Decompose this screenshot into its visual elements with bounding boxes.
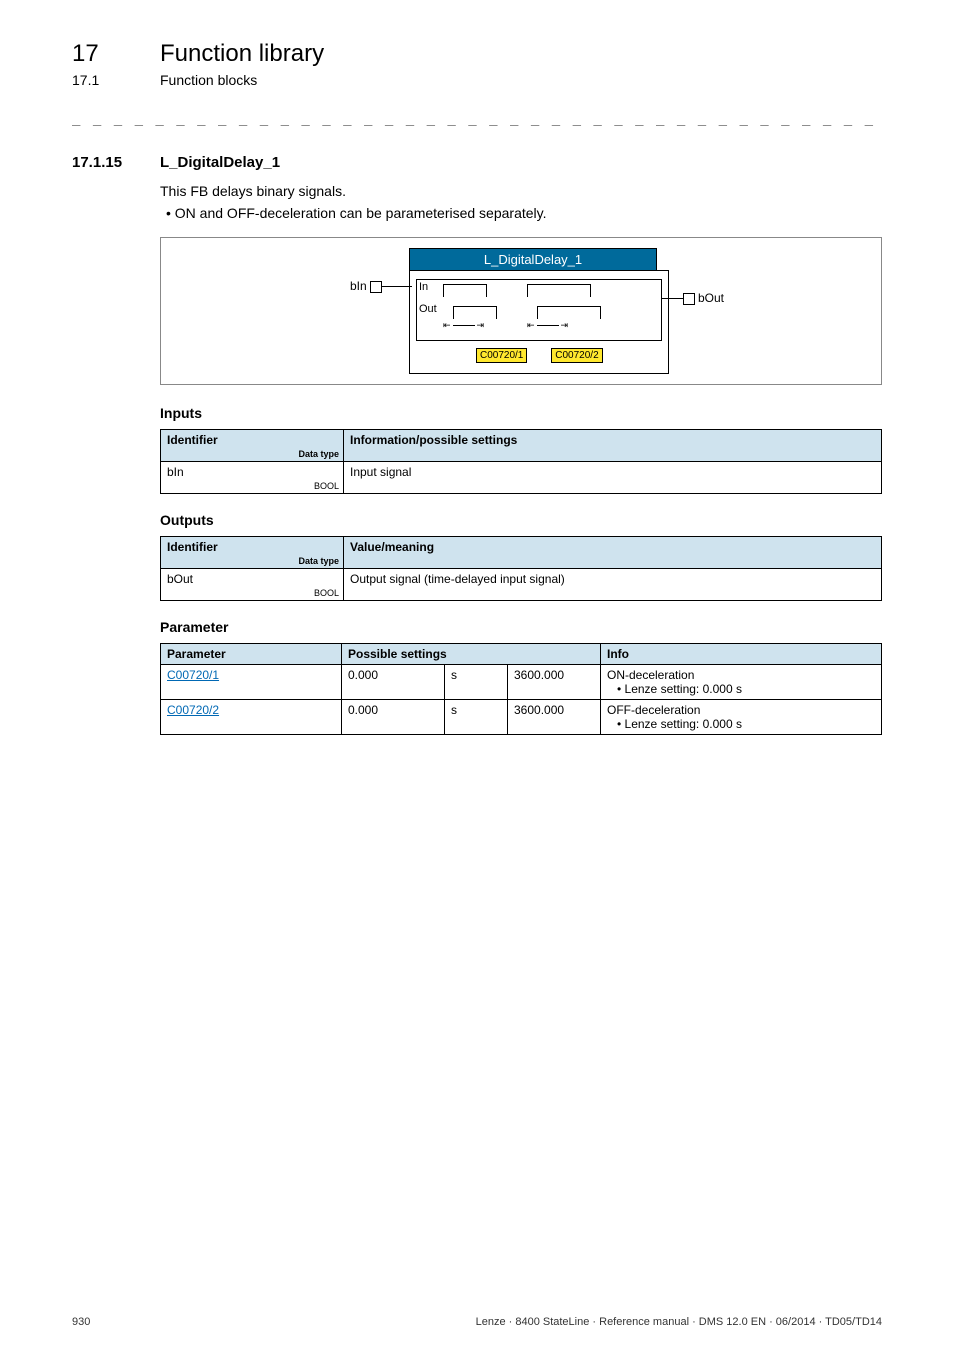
col-identifier: Identifier Data type (161, 537, 344, 569)
inputs-heading: Inputs (160, 405, 882, 421)
parameter-heading: Parameter (160, 619, 882, 635)
timing-graph: In Out ⇤⇥ ⇤⇥ (416, 279, 662, 341)
table-row: bOut BOOL Output signal (time-delayed in… (161, 569, 882, 601)
subsection-title: L_DigitalDelay_1 (160, 154, 280, 171)
input-id: bIn (167, 465, 184, 479)
param-info-line1: ON-deceleration (607, 668, 694, 682)
diagram-port-in: bIn (350, 279, 412, 293)
diagram-title: L_DigitalDelay_1 (409, 248, 657, 270)
chapter-heading: 17Function library (72, 40, 882, 68)
subsection-heading: 17.1.15L_DigitalDelay_1 (72, 154, 882, 171)
graph-label-in: In (419, 281, 428, 293)
port-out-label: bOut (698, 291, 724, 305)
param-max-cell: 3600.000 (508, 700, 601, 735)
port-out-box-icon (683, 293, 695, 305)
pulse-out-1-icon (453, 306, 497, 319)
datatype-header-text: Data type (298, 556, 339, 566)
param-info-line1: OFF-deceleration (607, 703, 700, 717)
input-info-cell: Input signal (344, 462, 882, 494)
table-row: C00720/2 0.000 s 3600.000 OFF-decelerati… (161, 700, 882, 735)
chapter-number: 17 (72, 40, 160, 68)
output-id-cell: bOut BOOL (161, 569, 344, 601)
table-row: bIn BOOL Input signal (161, 462, 882, 494)
pulse-out-2-icon (537, 306, 601, 319)
page-number: 930 (72, 1316, 90, 1328)
input-dtype: BOOL (314, 481, 339, 491)
identifier-header-text: Identifier (167, 433, 218, 447)
datatype-header-text: Data type (298, 449, 339, 459)
output-info-cell: Output signal (time-delayed input signal… (344, 569, 882, 601)
output-dtype: BOOL (314, 588, 339, 598)
outputs-heading: Outputs (160, 512, 882, 528)
page-footer: 930 Lenze · 8400 StateLine · Reference m… (72, 1316, 882, 1328)
port-in-label: bIn (350, 279, 367, 293)
identifier-header-text: Identifier (167, 540, 218, 554)
col-info: Value/meaning (344, 537, 882, 569)
col-possible-settings: Possible settings (342, 644, 601, 665)
section-number: 17.1 (72, 72, 160, 88)
parameter-table: Parameter Possible settings Info C00720/… (160, 643, 882, 735)
param-unit-cell: s (445, 665, 508, 700)
input-id-cell: bIn BOOL (161, 462, 344, 494)
outputs-table: Identifier Data type Value/meaning bOut … (160, 536, 882, 601)
delay-arrow-right-icon: ⇤⇥ (527, 320, 568, 331)
delay-arrow-left-icon: ⇤⇥ (443, 320, 484, 331)
table-header-row: Identifier Data type Information/possibl… (161, 430, 882, 462)
bullet-text: • ON and OFF-deceleration can be paramet… (166, 205, 882, 221)
output-id: bOut (167, 572, 193, 586)
port-in-box-icon (370, 281, 382, 293)
doc-reference: Lenze · 8400 StateLine · Reference manua… (476, 1316, 882, 1328)
param-info-line2: • Lenze setting: 0.000 s (607, 682, 875, 696)
diagram-code-row: C00720/1 C00720/2 (416, 345, 662, 363)
col-identifier: Identifier Data type (161, 430, 344, 462)
function-block-diagram: L_DigitalDelay_1 bIn bOut In Out (160, 237, 882, 385)
table-row: C00720/1 0.000 s 3600.000 ON-deceleratio… (161, 665, 882, 700)
diagram-port-out: bOut (653, 291, 724, 305)
table-header-row: Identifier Data type Value/meaning (161, 537, 882, 569)
port-in-line-icon (382, 286, 412, 287)
param-unit-cell: s (445, 700, 508, 735)
code-chip-2: C00720/2 (551, 348, 602, 363)
separator-dashes: _ _ _ _ _ _ _ _ _ _ _ _ _ _ _ _ _ _ _ _ … (72, 110, 882, 126)
col-parameter: Parameter (161, 644, 342, 665)
param-info-cell: OFF-deceleration • Lenze setting: 0.000 … (601, 700, 882, 735)
pulse-in-1-icon (443, 284, 487, 297)
param-cell: C00720/1 (161, 665, 342, 700)
param-cell: C00720/2 (161, 700, 342, 735)
section-heading: 17.1Function blocks (72, 72, 882, 88)
param-min-cell: 0.000 (342, 700, 445, 735)
pulse-in-2-icon (527, 284, 591, 297)
col-info: Information/possible settings (344, 430, 882, 462)
graph-label-out: Out (419, 303, 437, 315)
table-header-row: Parameter Possible settings Info (161, 644, 882, 665)
param-link[interactable]: C00720/1 (167, 668, 219, 682)
section-title: Function blocks (160, 72, 257, 88)
chapter-title: Function library (160, 40, 324, 67)
intro-text: This FB delays binary signals. (160, 183, 882, 199)
param-info-cell: ON-deceleration • Lenze setting: 0.000 s (601, 665, 882, 700)
subsection-number: 17.1.15 (72, 154, 160, 171)
inputs-table: Identifier Data type Information/possibl… (160, 429, 882, 494)
diagram-body: bIn bOut In Out (409, 270, 669, 374)
col-info: Info (601, 644, 882, 665)
param-info-line2: • Lenze setting: 0.000 s (607, 717, 875, 731)
param-min-cell: 0.000 (342, 665, 445, 700)
param-max-cell: 3600.000 (508, 665, 601, 700)
code-chip-1: C00720/1 (476, 348, 527, 363)
param-link[interactable]: C00720/2 (167, 703, 219, 717)
